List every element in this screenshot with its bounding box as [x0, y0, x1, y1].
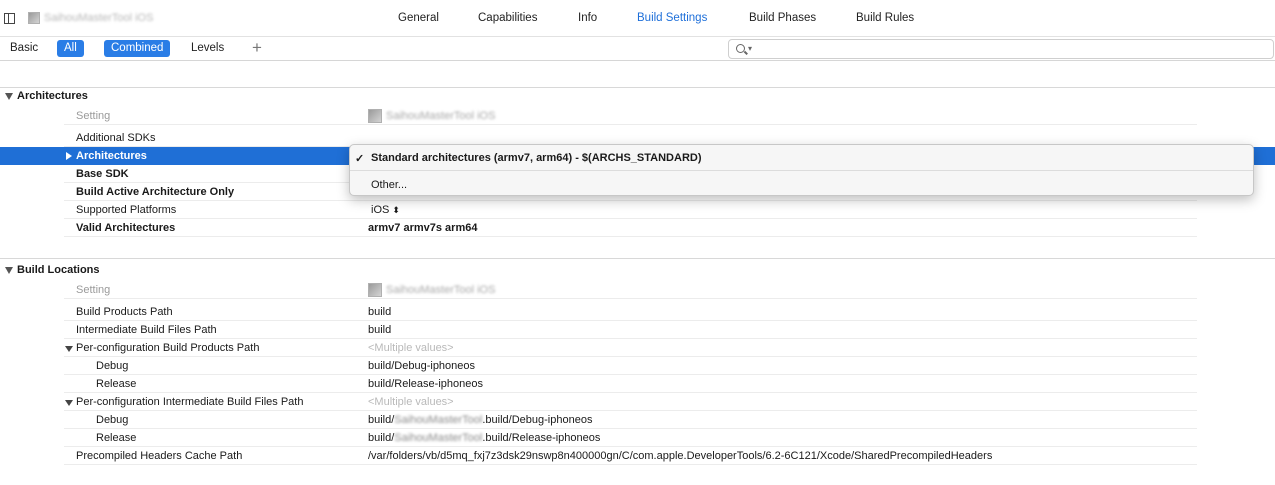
sidebar-toggle-icon[interactable] [4, 13, 15, 24]
setting-value[interactable]: build/SaihouMasterTool.build/Release-iph… [368, 432, 600, 444]
setting-subrow[interactable]: Release build/SaihouMasterTool.build/Rel… [0, 429, 1275, 447]
section-title: Build Locations [17, 264, 100, 276]
build-locations-section-header[interactable]: Build Locations [0, 258, 1275, 278]
menu-divider [350, 170, 1253, 171]
setting-value[interactable]: build/Debug-iphoneos [368, 360, 475, 372]
setting-column-header: Setting [76, 110, 111, 122]
target-column-header: SaihouMasterTool iOS [368, 283, 495, 297]
add-setting-icon[interactable]: + [252, 38, 262, 58]
setting-subrow[interactable]: Release build/Release-iphoneos [0, 375, 1275, 393]
editor-tab-bar: SaihouMasterTool iOS General Capabilitie… [0, 0, 1275, 37]
tab-build-phases[interactable]: Build Phases [749, 12, 816, 24]
target-icon [368, 109, 382, 123]
configuration-label: Release [96, 378, 137, 390]
target-icon [368, 283, 382, 297]
target-name: SaihouMasterTool iOS [386, 110, 496, 122]
setting-label: Precompiled Headers Cache Path [76, 450, 243, 462]
project-name: SaihouMasterTool [394, 432, 483, 444]
tab-info[interactable]: Info [578, 12, 597, 24]
setting-value[interactable]: <Multiple values> [368, 342, 454, 354]
tab-build-settings[interactable]: Build Settings [637, 12, 707, 24]
configuration-label: Release [96, 432, 137, 444]
setting-label: Additional SDKs [76, 132, 156, 144]
target-name: SaihouMasterTool iOS [44, 12, 154, 24]
disclosure-triangle-icon [5, 93, 13, 100]
setting-value[interactable]: armv7 armv7s arm64 [368, 222, 477, 234]
setting-subrow[interactable]: Debug build/Debug-iphoneos [0, 357, 1275, 375]
basic-button[interactable]: Basic [3, 40, 45, 57]
target-column-header: SaihouMasterTool iOS [368, 109, 495, 123]
setting-value-select[interactable]: iOS ⬍ [371, 204, 400, 216]
setting-row[interactable]: Supported Platforms iOS ⬍ [0, 201, 1275, 219]
menu-item-label: Other... [371, 179, 408, 191]
setting-row-expanded[interactable]: Per-configuration Intermediate Build Fil… [0, 393, 1275, 411]
all-button[interactable]: All [57, 40, 84, 57]
setting-subrow[interactable]: Debug build/SaihouMasterTool.build/Debug… [0, 411, 1275, 429]
setting-row[interactable]: Intermediate Build Files Path build [0, 321, 1275, 339]
setting-label: Build Active Architecture Only [76, 186, 235, 198]
setting-label: Base SDK [76, 168, 129, 180]
target-icon [28, 12, 40, 24]
menu-item-label: Standard architectures (armv7, arm64) - … [371, 152, 702, 164]
setting-label: Build Products Path [76, 306, 173, 318]
section-title: Architectures [17, 90, 88, 102]
setting-label: Architectures [76, 150, 147, 162]
settings-header-row: Setting SaihouMasterTool iOS [0, 281, 1275, 299]
disclosure-triangle-icon[interactable] [66, 152, 72, 160]
settings-header-row: Setting SaihouMasterTool iOS [0, 107, 1275, 125]
setting-value[interactable]: build/SaihouMasterTool.build/Debug-iphon… [368, 414, 592, 426]
search-icon [736, 44, 745, 53]
setting-label: Per-configuration Build Products Path [76, 342, 260, 354]
filter-bar: Basic All Combined Levels + ▾ [0, 37, 1275, 61]
tab-capabilities[interactable]: Capabilities [478, 12, 537, 24]
target-selector[interactable]: SaihouMasterTool iOS [28, 11, 153, 25]
disclosure-triangle-icon[interactable] [65, 400, 73, 406]
disclosure-triangle-icon [5, 267, 13, 274]
chevron-down-icon: ▾ [748, 44, 753, 53]
setting-value[interactable]: build [368, 306, 391, 318]
setting-label: Supported Platforms [76, 204, 177, 216]
setting-value: iOS [371, 204, 390, 216]
configuration-label: Debug [96, 414, 129, 426]
menu-item-other[interactable]: Other... [350, 174, 1253, 194]
configuration-label: Debug [96, 360, 129, 372]
setting-label: Per-configuration Intermediate Build Fil… [76, 396, 304, 408]
setting-value[interactable]: <Multiple values> [368, 396, 454, 408]
levels-button[interactable]: Levels [184, 40, 231, 57]
checkmark-icon: ✓ [355, 153, 365, 165]
setting-row[interactable]: Build Products Path build [0, 303, 1275, 321]
architectures-popup-menu: ✓ Standard architectures (armv7, arm64) … [349, 144, 1254, 196]
setting-value[interactable]: build [368, 324, 391, 336]
stepper-icon: ⬍ [392, 205, 400, 215]
combined-button[interactable]: Combined [104, 40, 171, 57]
project-name: SaihouMasterTool [394, 414, 483, 426]
setting-row[interactable]: Valid Architectures armv7 armv7s arm64 [0, 219, 1275, 237]
setting-label: Intermediate Build Files Path [76, 324, 217, 336]
setting-label: Valid Architectures [76, 222, 176, 234]
tab-build-rules[interactable]: Build Rules [856, 12, 914, 24]
path-prefix: build/ [368, 432, 395, 444]
menu-item-standard-architectures[interactable]: ✓ Standard architectures (armv7, arm64) … [350, 147, 1253, 167]
disclosure-triangle-icon[interactable] [65, 346, 73, 352]
target-name: SaihouMasterTool iOS [386, 284, 496, 296]
path-suffix: .build/Debug-iphoneos [482, 414, 593, 426]
path-prefix: build/ [368, 414, 395, 426]
path-suffix: .build/Release-iphoneos [482, 432, 601, 444]
setting-row[interactable]: Precompiled Headers Cache Path /var/fold… [0, 447, 1275, 465]
setting-column-header: Setting [76, 284, 111, 296]
architectures-section-header[interactable]: Architectures [0, 87, 1275, 105]
tab-general[interactable]: General [398, 12, 439, 24]
setting-value[interactable]: build/Release-iphoneos [368, 378, 483, 390]
search-field[interactable]: ▾ [728, 39, 1274, 59]
setting-row-expanded[interactable]: Per-configuration Build Products Path <M… [0, 339, 1275, 357]
setting-value[interactable]: /var/folders/vb/d5mq_fxj7z3dsk29nswp8n40… [368, 450, 992, 462]
